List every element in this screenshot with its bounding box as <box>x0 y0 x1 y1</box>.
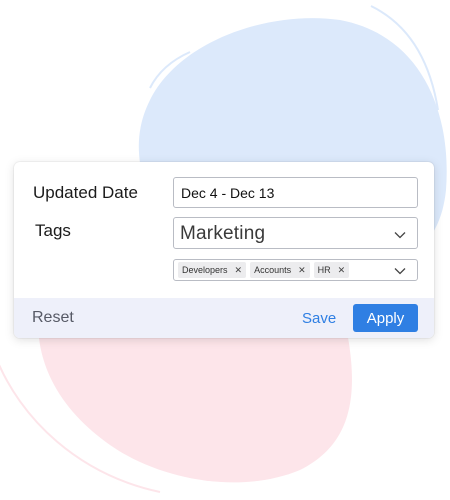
tags-label: Tags <box>35 221 71 240</box>
panel-footer: Reset Save Apply <box>14 298 434 338</box>
chip-label: Developers <box>182 265 228 275</box>
chip-label: HR <box>317 265 331 275</box>
chip-accounts: Accounts ✕ <box>250 262 310 278</box>
date-range-value: Dec 4 - Dec 13 <box>181 185 275 201</box>
close-icon[interactable]: ✕ <box>298 265 306 276</box>
chip-developers: Developers ✕ <box>178 262 247 278</box>
chip-label: Accounts <box>254 265 292 275</box>
filter-panel: Updated Date Tags Dec 4 - Dec 13 Marketi… <box>14 162 434 338</box>
close-icon[interactable]: ✕ <box>338 265 346 276</box>
apply-button[interactable]: Apply <box>353 304 418 332</box>
save-button[interactable]: Save <box>302 310 336 327</box>
tags-dropdown[interactable]: Marketing <box>173 217 418 249</box>
chevron-down-icon <box>394 232 406 239</box>
tags-multiselect[interactable]: Developers ✕ Accounts ✕ HR ✕ <box>173 259 418 281</box>
chip-hr: HR ✕ <box>313 262 350 278</box>
date-range-input[interactable]: Dec 4 - Dec 13 <box>173 177 418 208</box>
updated-date-label: Updated Date <box>33 183 138 202</box>
close-icon[interactable]: ✕ <box>235 265 243 276</box>
reset-button[interactable]: Reset <box>32 309 74 327</box>
tags-dropdown-value: Marketing <box>180 223 266 244</box>
chip-list: Developers ✕ Accounts ✕ HR ✕ <box>178 262 350 278</box>
chevron-down-icon <box>394 268 406 275</box>
